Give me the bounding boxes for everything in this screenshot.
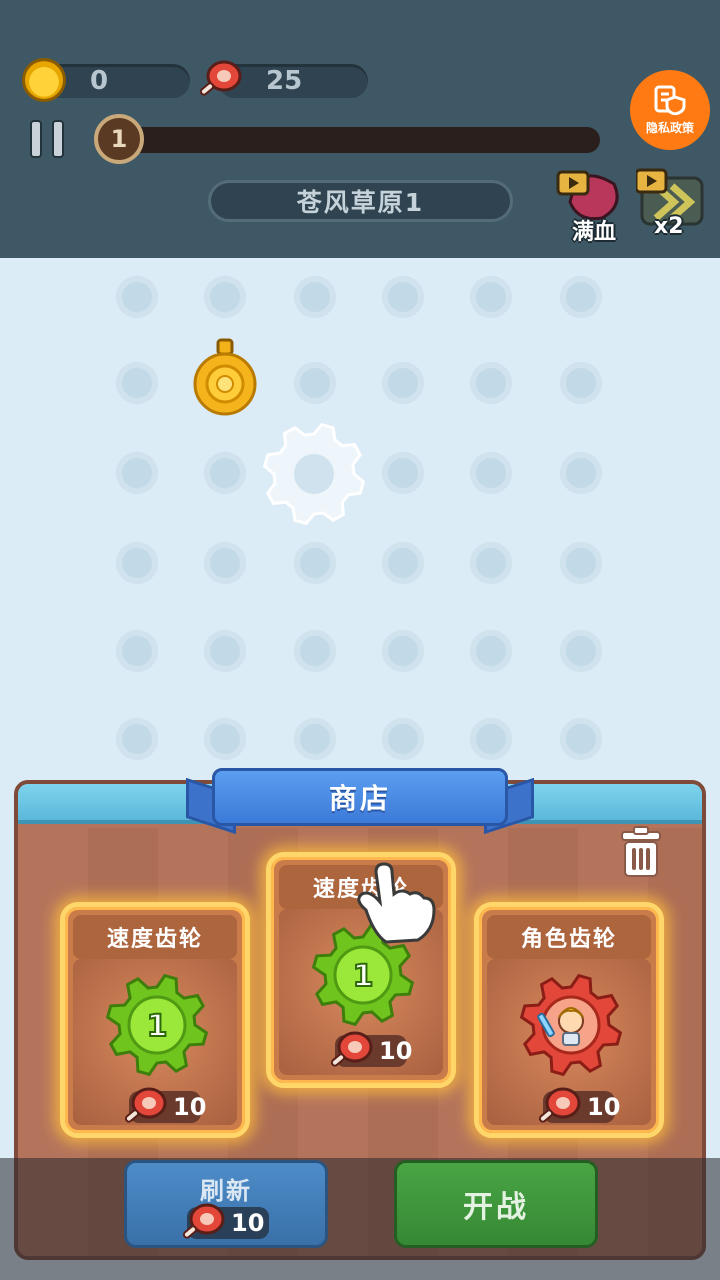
boost-heal-label: 满血 [572, 220, 617, 245]
board-peg [382, 452, 424, 494]
pause-button[interactable] [28, 118, 70, 160]
privacy-label: 隐私政策 [645, 120, 694, 135]
board-peg [382, 362, 424, 404]
card-price-value: 10 [173, 1093, 207, 1121]
gear-level: 1 [147, 1009, 168, 1044]
board-peg [560, 630, 602, 672]
board-peg [294, 276, 336, 318]
speed-gear-icon: 1 [105, 973, 209, 1077]
gear-level: 1 [353, 959, 374, 994]
card-title: 角色齿轮 [487, 915, 651, 959]
board-peg [382, 630, 424, 672]
pause-bar-icon [52, 120, 64, 158]
board-peg [204, 452, 246, 494]
board-peg [116, 542, 158, 584]
board-peg [470, 452, 512, 494]
meat-icon [182, 1203, 225, 1239]
double-speed-boost-button[interactable]: x2 [634, 166, 708, 239]
board-peg [116, 718, 158, 760]
top-hud: 0 25 1 苍风草原1 隐私政策 满血 x2 [0, 0, 720, 258]
refresh-label: 刷新 [200, 1177, 252, 1205]
meat-icon [538, 1087, 581, 1123]
board-peg [204, 542, 246, 584]
coin-count: 0 [90, 66, 109, 96]
board-peg [560, 362, 602, 404]
board-peg [382, 718, 424, 760]
card-title: 速度齿轮 [73, 915, 237, 959]
level-badge: 1 [94, 114, 144, 164]
stage-title: 苍风草原1 [208, 180, 513, 222]
board-peg [560, 718, 602, 760]
board-peg [294, 362, 336, 404]
meat-icon [199, 60, 242, 96]
board-peg [204, 718, 246, 760]
shop-card-character-gear[interactable]: 角色齿轮 10 [474, 902, 664, 1138]
board-peg [116, 276, 158, 318]
board-peg [560, 452, 602, 494]
trash-icon[interactable] [618, 826, 664, 878]
board-peg [560, 276, 602, 318]
board-peg [560, 542, 602, 584]
refresh-button[interactable]: 刷新 10 [124, 1160, 328, 1248]
shop-card-speed-gear[interactable]: 速度齿轮 1 10 [60, 902, 250, 1138]
board-peg [382, 276, 424, 318]
shop-title: 商店 [212, 768, 508, 826]
board-peg [294, 542, 336, 584]
pause-bar-icon [30, 120, 42, 158]
meat-icon [330, 1031, 373, 1067]
board-peg [470, 630, 512, 672]
meat-count: 25 [266, 66, 303, 96]
bottom-action-bar [0, 1158, 720, 1280]
tutorial-pointer-hand-icon [357, 862, 436, 944]
board-peg [116, 630, 158, 672]
card-price-value: 10 [587, 1093, 621, 1121]
bell-target-icon[interactable] [192, 338, 258, 418]
privacy-policy-button[interactable]: 隐私政策 [630, 70, 710, 150]
coin-icon [22, 58, 66, 102]
card-price-value: 10 [379, 1037, 413, 1065]
gear-slot-placeholder-icon[interactable] [262, 422, 366, 526]
card-price: 10 [124, 1087, 206, 1123]
board-peg [470, 276, 512, 318]
refresh-price: 10 [182, 1203, 269, 1239]
board-peg [204, 630, 246, 672]
board-peg [204, 276, 246, 318]
card-price: 10 [538, 1087, 620, 1123]
board-peg [470, 718, 512, 760]
board-peg [294, 630, 336, 672]
wave-progress-bar [110, 127, 600, 153]
start-battle-button[interactable]: 开战 [394, 1160, 598, 1248]
board-peg [470, 362, 512, 404]
card-price: 10 [330, 1031, 412, 1067]
board-peg [116, 452, 158, 494]
meat-icon [124, 1087, 167, 1123]
character-gear-icon [519, 973, 623, 1077]
board-peg [294, 718, 336, 760]
board-peg [382, 542, 424, 584]
boost-speed-label: x2 [654, 214, 684, 239]
board-peg [470, 542, 512, 584]
full-heal-boost-button[interactable]: 满血 [556, 166, 628, 245]
refresh-price-value: 10 [231, 1209, 265, 1237]
board-peg [116, 362, 158, 404]
document-shield-icon [654, 85, 686, 115]
